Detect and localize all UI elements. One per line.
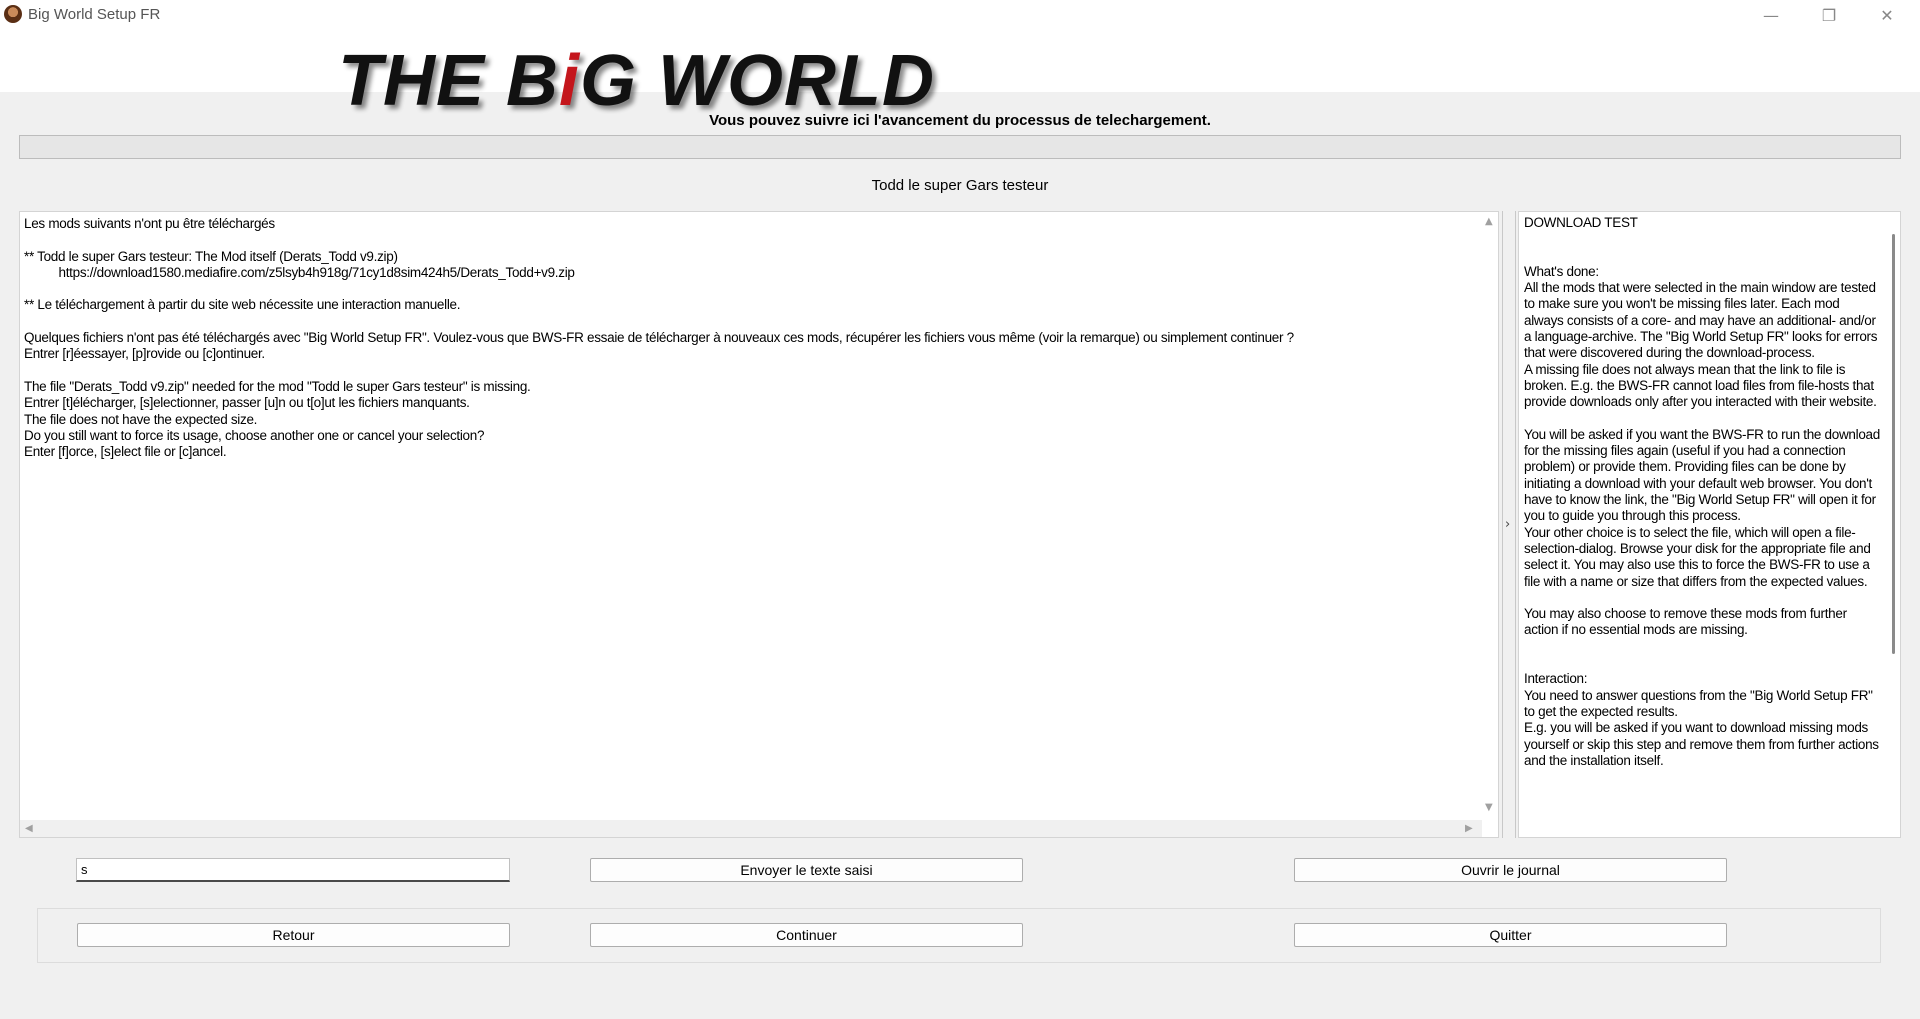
help-interaction-heading: Interaction:	[1524, 671, 1588, 687]
scroll-up-icon[interactable]: ▲	[1485, 216, 1493, 227]
window-title: Big World Setup FR	[28, 6, 161, 23]
open-log-button[interactable]: Ouvrir le journal	[1294, 858, 1727, 882]
log-horizontal-scrollbar[interactable]: ◀ ▶	[20, 820, 1482, 837]
scroll-down-icon[interactable]: ▼	[1485, 802, 1493, 813]
continue-button[interactable]: Continuer	[590, 923, 1023, 947]
close-icon[interactable]: ✕	[1858, 0, 1916, 30]
logo-banner: THE BiG WORLD	[0, 30, 1920, 117]
logo-text-part2: G WORLD	[580, 41, 935, 121]
help-text: DOWNLOAD TEST What's done: All the mods …	[1524, 215, 1881, 769]
help-scroll-thumb[interactable]	[1892, 234, 1895, 654]
download-progress-bar	[19, 135, 1901, 159]
help-paragraph: Your other choice is to select the file,…	[1524, 524, 1871, 589]
help-vertical-scrollbar[interactable]	[1885, 212, 1900, 837]
logo-red-letter: i	[559, 41, 581, 121]
help-paragraph: E.g. you will be asked if you want to do…	[1524, 720, 1879, 768]
minimize-icon[interactable]: —	[1742, 0, 1800, 30]
command-input[interactable]	[76, 858, 510, 882]
help-paragraph: A missing file does not always mean that…	[1524, 361, 1877, 410]
help-paragraph: You need to answer questions from the "B…	[1524, 687, 1873, 719]
back-button[interactable]: Retour	[77, 923, 510, 947]
big-world-logo: THE BiG WORLD	[338, 45, 935, 117]
help-panel[interactable]: DOWNLOAD TEST What's done: All the mods …	[1518, 211, 1901, 838]
help-paragraph: All the mods that were selected in the m…	[1524, 280, 1878, 361]
help-title: DOWNLOAD TEST	[1524, 215, 1638, 230]
download-log-textbox[interactable]: Les mods suivants n'ont pu être téléchar…	[19, 211, 1499, 838]
help-paragraph: You will be asked if you want the BWS-FR…	[1524, 426, 1880, 524]
scroll-right-icon[interactable]: ▶	[1465, 823, 1473, 834]
quit-button[interactable]: Quitter	[1294, 923, 1727, 947]
send-text-button[interactable]: Envoyer le texte saisi	[590, 858, 1023, 882]
panel-splitter[interactable]: ›	[1502, 211, 1516, 838]
help-done-heading: What's done:	[1524, 263, 1599, 279]
app-icon	[4, 5, 22, 23]
log-vertical-scrollbar[interactable]: ▲ ▼	[1481, 212, 1498, 820]
scroll-left-icon[interactable]: ◀	[25, 823, 33, 834]
help-paragraph: You may also choose to remove these mods…	[1524, 606, 1847, 638]
splitter-chevron-icon[interactable]: ›	[1505, 517, 1510, 532]
title-bar: Big World Setup FR — ❐ ✕	[0, 0, 1920, 30]
log-text: Les mods suivants n'ont pu être téléchar…	[24, 216, 1294, 460]
current-mod-label: Todd le super Gars testeur	[871, 177, 1049, 194]
maximize-icon[interactable]: ❐	[1800, 0, 1858, 30]
page-heading: Vous pouvez suivre ici l'avancement du p…	[709, 112, 1211, 129]
logo-text-part1: THE B	[338, 41, 559, 121]
